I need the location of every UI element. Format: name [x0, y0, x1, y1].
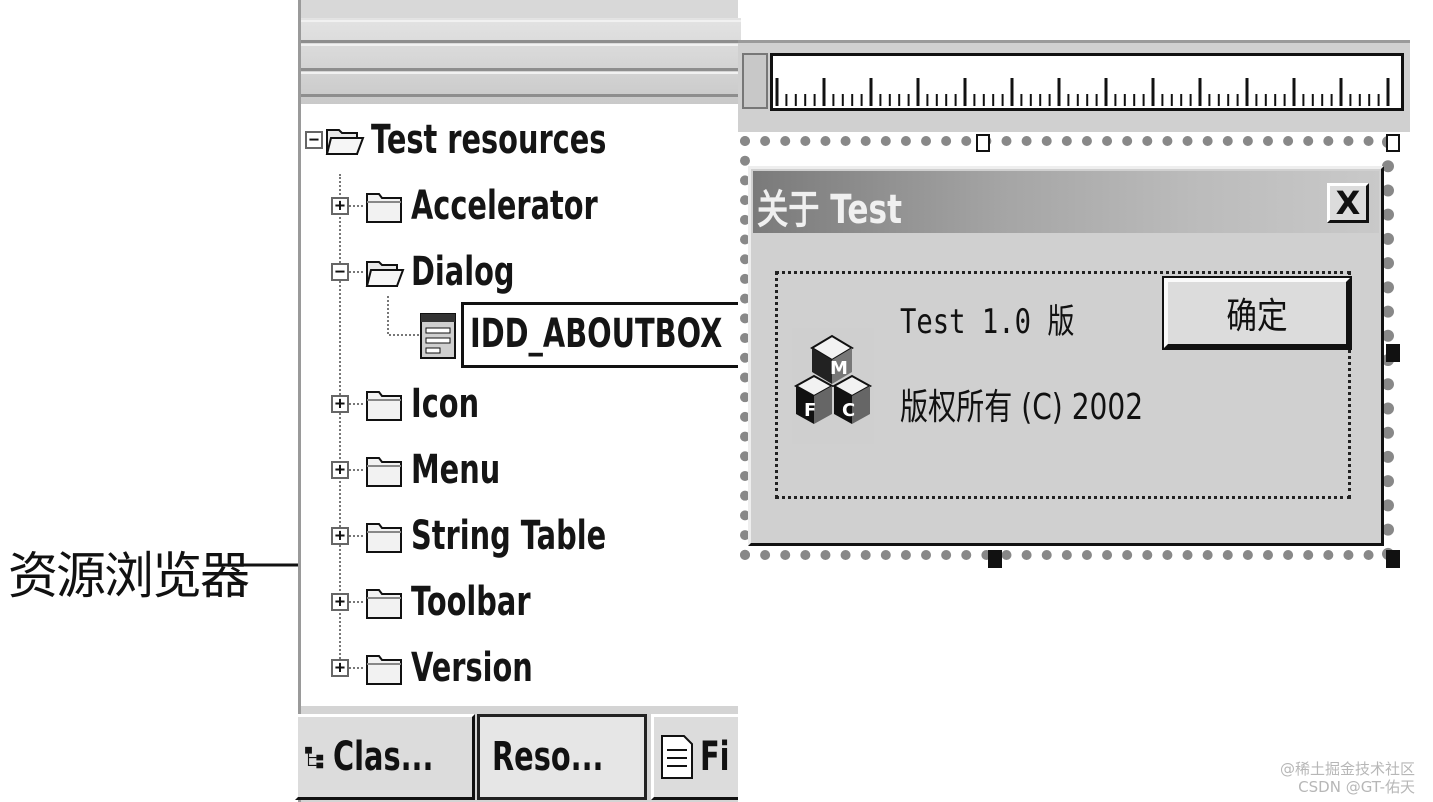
expand-icon[interactable]: +: [331, 395, 349, 413]
dialog-titlebar[interactable]: 关于 Test X: [753, 171, 1379, 233]
tree-item-toolbar[interactable]: + Toolbar: [331, 572, 577, 632]
tree-item-label: Dialog: [411, 249, 515, 295]
folder-icon: [366, 391, 402, 421]
tree-item-label: Menu: [411, 447, 501, 493]
tree-item-label: Accelerator: [411, 183, 598, 229]
ruler-bar: [738, 40, 1410, 132]
workspace-toolbar: [301, 18, 741, 104]
resize-handle-top-right[interactable]: [1386, 134, 1400, 152]
resource-browser-annotation: 资源浏览器: [8, 547, 250, 605]
ok-button[interactable]: 确定: [1164, 278, 1350, 348]
tree-item-version[interactable]: + Version: [331, 638, 580, 698]
class-view-icon: [305, 746, 324, 769]
folder-icon: [366, 655, 402, 685]
expand-icon[interactable]: +: [331, 659, 349, 677]
tree-item-menu[interactable]: + Menu: [331, 440, 535, 500]
logo-letter-c: C: [842, 400, 855, 421]
tree-root-label: Test resources: [371, 117, 607, 163]
design-surface[interactable]: 关于 Test X M F C Test 1.0 版 版权所有 (C) 2002…: [738, 132, 1410, 802]
expand-icon[interactable]: +: [331, 197, 349, 215]
tree-item-idd-aboutbox[interactable]: IDD_ABOUTBOX: [461, 302, 743, 368]
tab-label: Reso...: [492, 734, 604, 780]
resize-handle-bottom[interactable]: [988, 550, 1002, 568]
dialog-title: 关于 Test: [757, 187, 903, 233]
resize-handle-bottom-right[interactable]: [1386, 550, 1400, 568]
watermark-csdn: CSDN @GT-佑天: [1298, 778, 1415, 796]
horizontal-ruler[interactable]: [770, 53, 1404, 111]
tab-classview[interactable]: Clas...: [295, 714, 475, 800]
logo-letter-m: M: [830, 358, 848, 379]
tab-label: Fi: [700, 734, 730, 780]
resize-handle-top[interactable]: [976, 134, 990, 152]
ruler-ticks: [775, 78, 1390, 106]
tab-label: Clas...: [332, 734, 433, 780]
expand-icon[interactable]: +: [331, 461, 349, 479]
resize-handle-right[interactable]: [1386, 344, 1400, 362]
tree-item-label: Version: [411, 645, 533, 691]
folder-icon: [366, 193, 402, 223]
expand-icon[interactable]: +: [331, 527, 349, 545]
open-folder-icon: [325, 129, 365, 155]
tree-item-string-table[interactable]: + String Table: [331, 506, 682, 566]
tree-item-accelerator[interactable]: + Accelerator: [331, 176, 670, 236]
copyright-static-text[interactable]: 版权所有 (C) 2002: [900, 378, 1143, 430]
workspace-tabs: Clas... Reso... Fi: [295, 706, 761, 802]
version-static-text[interactable]: Test 1.0 版: [900, 294, 1075, 343]
dialog-editor: 关于 Test X M F C Test 1.0 版 版权所有 (C) 2002…: [738, 40, 1410, 802]
tree-item-label: String Table: [411, 513, 607, 559]
dialog-group-frame: M F C Test 1.0 版 版权所有 (C) 2002 确定: [775, 271, 1351, 499]
resource-tree: − Test resources + Accelerator − Dialog …: [301, 104, 743, 706]
folder-icon: [366, 589, 402, 619]
about-dialog-preview[interactable]: 关于 Test X M F C Test 1.0 版 版权所有 (C) 2002…: [748, 166, 1384, 546]
workspace-panel: − Test resources + Accelerator − Dialog …: [295, 0, 761, 802]
ok-button-label: 确定: [1226, 296, 1288, 337]
tab-resourceview[interactable]: Reso...: [477, 714, 647, 800]
folder-icon: [366, 523, 402, 553]
tree-item-dialog[interactable]: − Dialog: [331, 242, 555, 302]
file-view-icon: [661, 735, 693, 779]
mfc-logo-icon: M F C: [792, 328, 874, 444]
tree-item-icon[interactable]: + Icon: [331, 374, 506, 434]
expand-icon[interactable]: +: [331, 593, 349, 611]
collapse-icon[interactable]: −: [331, 263, 349, 281]
open-folder-icon: [365, 261, 405, 287]
logo-letter-f: F: [804, 400, 816, 421]
tree-root[interactable]: − Test resources: [305, 110, 698, 170]
tree-item-label: Icon: [411, 381, 480, 427]
ruler-corner[interactable]: [742, 53, 768, 109]
tree-item-label: Toolbar: [411, 579, 531, 625]
folder-icon: [366, 457, 402, 487]
tree-item-label: IDD_ABOUTBOX: [470, 311, 723, 357]
collapse-icon[interactable]: −: [305, 131, 323, 149]
dialog-resource-icon: [420, 313, 456, 359]
close-button[interactable]: X: [1327, 183, 1369, 223]
